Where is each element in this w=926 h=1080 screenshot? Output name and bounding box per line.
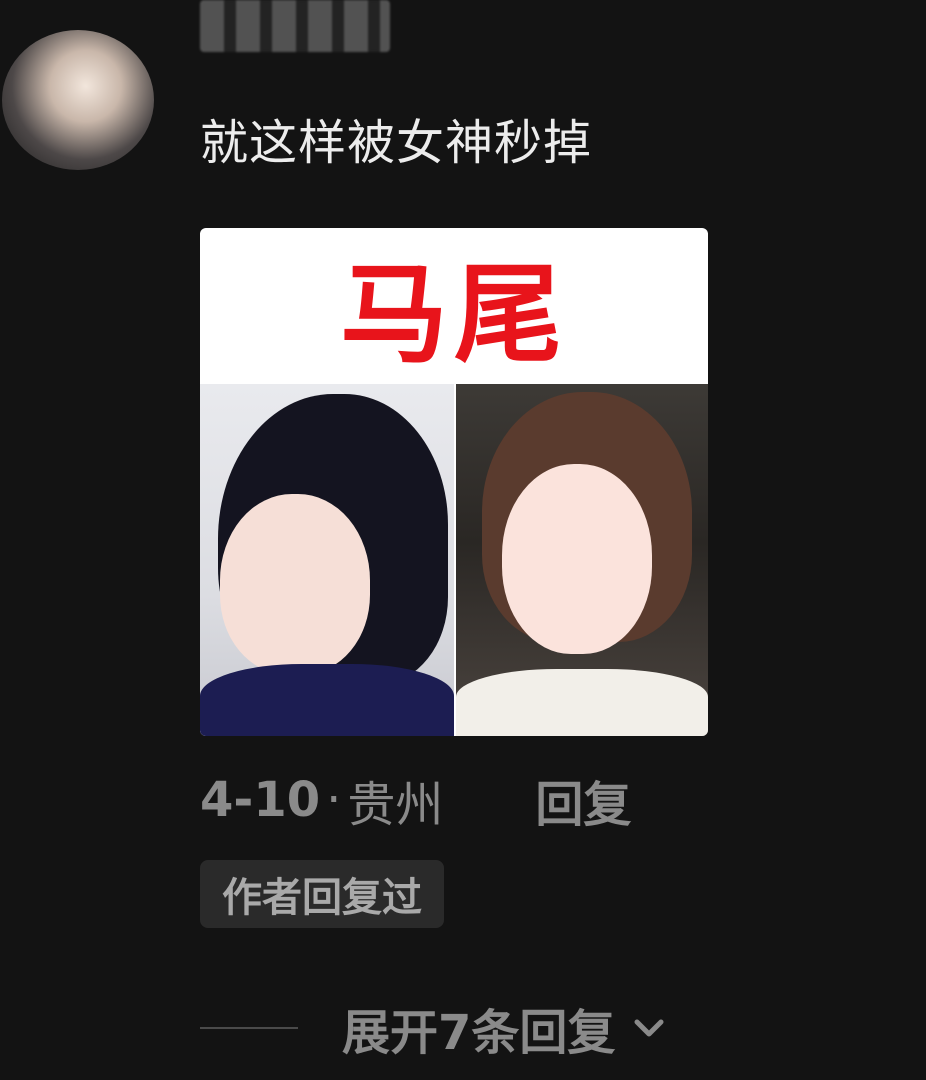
meta-separator: · [326,772,342,828]
comment-date: 4-10 [200,772,321,828]
comment-image[interactable]: 马尾 [200,228,708,736]
face-right [502,464,652,654]
chevron-down-icon [634,1019,664,1037]
image-caption: 马尾 [339,253,568,378]
comment-meta: 4-10 · 贵州 回复 [200,765,631,835]
expand-replies-label: 展开7条回复 [342,1005,616,1061]
shirt-left [200,664,454,736]
face-left [220,494,370,674]
expand-replies-row: 展开7条回复 [200,990,669,1066]
author-replied-badge: 作者回复过 [200,860,444,928]
reply-button[interactable]: 回复 [535,765,631,835]
comment-location: 贵州 [347,777,444,833]
shirt-right [456,669,708,736]
expand-replies-button[interactable]: 展开7条回复 [342,993,669,1063]
username-redacted[interactable] [200,0,390,52]
photo-left [200,384,454,736]
photo-right [456,384,708,736]
comment-text: 就这样被女神秒掉 [200,115,593,171]
avatar[interactable] [2,30,154,170]
divider-line [200,1027,298,1029]
